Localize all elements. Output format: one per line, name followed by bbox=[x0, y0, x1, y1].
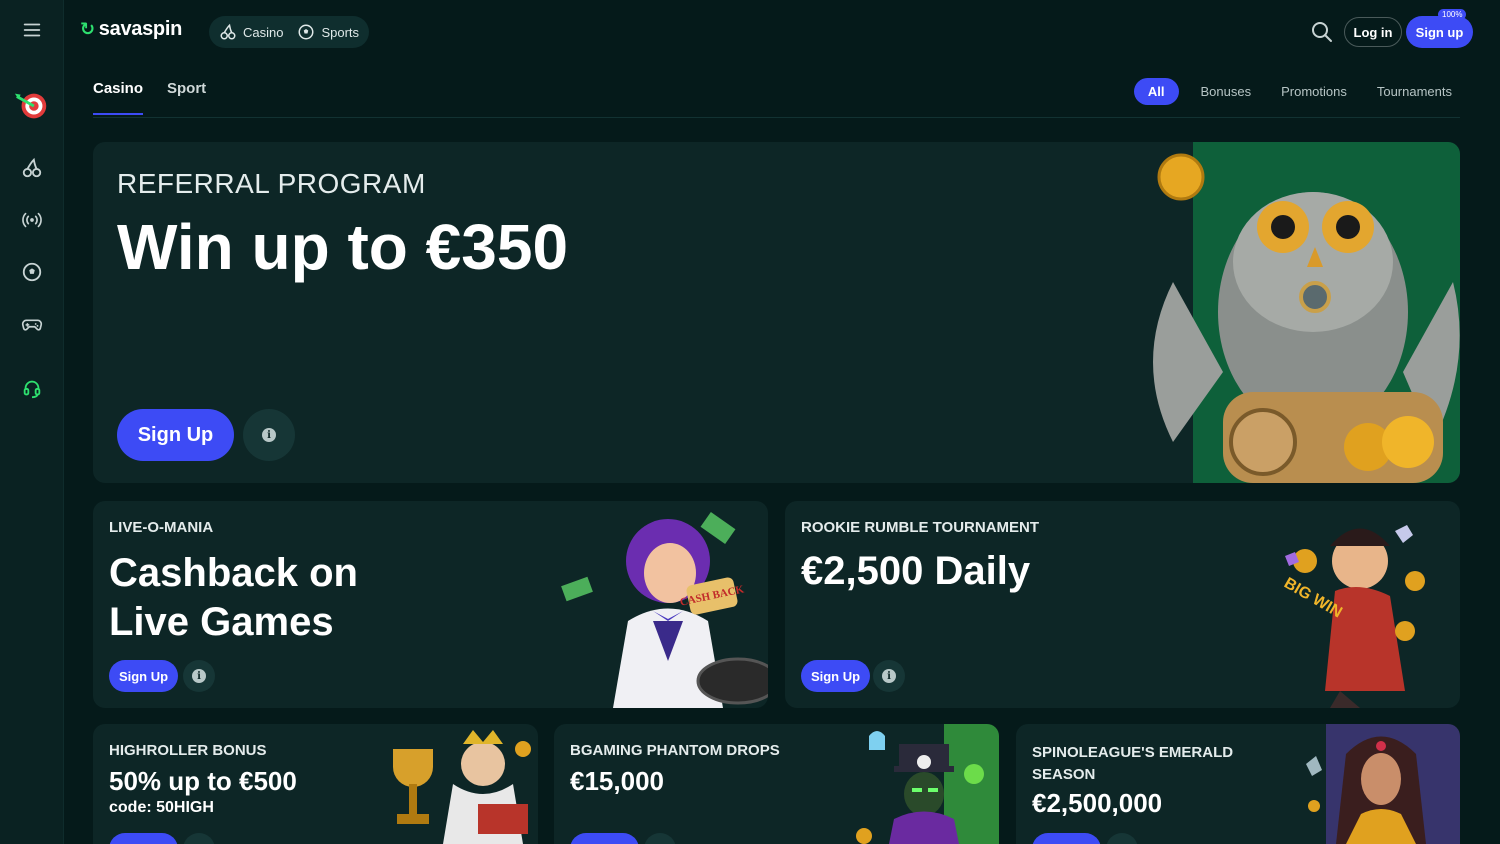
promo-headline-line1: Cashback on bbox=[109, 551, 358, 595]
hero-signup-button[interactable]: Sign Up bbox=[117, 409, 234, 461]
promo-eyebrow-line1: SPINOLEAGUE'S EMERALD bbox=[1032, 744, 1234, 761]
promo-card-live-o-mania: LIVE-O-MANIA Cashback on Live Games Sign… bbox=[93, 501, 768, 708]
promo-signup-button[interactable]: Sign Up bbox=[109, 660, 178, 692]
info-icon: i bbox=[262, 428, 276, 442]
promo-info-button[interactable] bbox=[183, 833, 215, 844]
promo-signup-button[interactable] bbox=[570, 833, 639, 844]
top-bar: ↻ savaspin Casino Sports Log in Sign up … bbox=[64, 0, 1500, 64]
hero-info-button[interactable]: i bbox=[243, 409, 295, 461]
hero-referral-card: REFERRAL PROGRAM Win up to €350 Sign Up … bbox=[93, 142, 1460, 483]
promo-headline: 50% up to €500 bbox=[109, 766, 297, 796]
promo-card-phantom-drops: BGAMING PHANTOM DROPS €15,000 bbox=[554, 724, 999, 844]
pirate-illustration: BIG WIN bbox=[1281, 525, 1425, 708]
tab-sport[interactable]: Sport bbox=[167, 80, 206, 115]
promo-headline: Cashback on Live Games bbox=[109, 549, 358, 647]
promo-eyebrow-line2: SEASON bbox=[1032, 766, 1096, 783]
app-root: ↻ savaspin Casino Sports Log in Sign up … bbox=[0, 0, 1500, 844]
live-broadcast-icon[interactable] bbox=[16, 204, 48, 236]
promo-card-highroller: HIGHROLLER BONUS 50% up to €500 code: 50… bbox=[93, 724, 538, 844]
nav-casino[interactable]: Casino bbox=[219, 23, 283, 41]
product-switcher: Casino Sports bbox=[209, 16, 370, 48]
tabs-divider bbox=[93, 117, 1460, 118]
logo-text: savaspin bbox=[98, 18, 183, 40]
promo-filters: All Bonuses Promotions Tournaments bbox=[1133, 78, 1460, 105]
info-icon: i bbox=[882, 669, 896, 683]
gamepad-icon[interactable] bbox=[16, 308, 48, 340]
promo-info-button[interactable]: i bbox=[873, 660, 905, 692]
dealer-illustration: CASH BACK bbox=[561, 512, 768, 708]
search-icon[interactable] bbox=[1310, 20, 1334, 44]
phantom-illustration bbox=[856, 724, 999, 844]
promo-info-button[interactable] bbox=[644, 833, 676, 844]
soccer-ball-icon[interactable] bbox=[16, 256, 48, 288]
sidebar bbox=[0, 0, 64, 844]
logo[interactable]: ↻ savaspin bbox=[80, 18, 182, 41]
tab-casino[interactable]: Casino bbox=[93, 80, 144, 115]
filter-promotions[interactable]: Promotions bbox=[1273, 78, 1355, 105]
logo-mark-icon: ↻ bbox=[80, 19, 95, 39]
promo-signup-button[interactable] bbox=[1032, 833, 1101, 844]
promo-headline: €15,000 bbox=[570, 766, 664, 796]
promo-signup-button[interactable]: Sign Up bbox=[801, 660, 870, 692]
nav-sports[interactable]: Sports bbox=[297, 23, 359, 41]
signup-badge: 100% bbox=[1438, 9, 1467, 20]
filter-tournaments[interactable]: Tournaments bbox=[1369, 78, 1460, 105]
owl-illustration bbox=[1133, 142, 1460, 483]
promo-signup-button[interactable] bbox=[109, 833, 178, 844]
headset-icon[interactable] bbox=[16, 372, 48, 404]
promo-eyebrow: HIGHROLLER BONUS bbox=[109, 742, 267, 759]
login-button[interactable]: Log in bbox=[1344, 17, 1402, 47]
signup-button[interactable]: Sign up bbox=[1406, 16, 1473, 48]
promo-headline-line2: Live Games bbox=[109, 600, 334, 644]
promo-eyebrow: LIVE-O-MANIA bbox=[109, 519, 214, 536]
promo-card-rookie-rumble: ROOKIE RUMBLE TOURNAMENT €2,500 Daily Si… bbox=[785, 501, 1460, 708]
zeus-illustration bbox=[393, 730, 531, 844]
cherry-icon bbox=[220, 23, 236, 40]
soccer-ball-icon bbox=[298, 24, 314, 40]
hero-headline: Win up to €350 bbox=[117, 211, 569, 283]
filter-all[interactable]: All bbox=[1133, 78, 1179, 105]
dart-target-icon[interactable] bbox=[12, 86, 52, 126]
promo-headline: €2,500 Daily bbox=[801, 549, 1031, 593]
section-tabs: Casino Sport bbox=[93, 80, 206, 115]
menu-icon[interactable] bbox=[16, 14, 48, 46]
promo-card-spinoleague: SPINOLEAGUE'S EMERALD SEASON €2,500,000 bbox=[1016, 724, 1460, 844]
info-icon: i bbox=[192, 669, 206, 683]
nav-casino-label: Casino bbox=[243, 24, 284, 40]
promo-code: code: 50HIGH bbox=[109, 799, 214, 816]
hero-eyebrow: REFERRAL PROGRAM bbox=[117, 168, 426, 199]
nav-sports-label: Sports bbox=[321, 24, 360, 40]
sorceress-illustration bbox=[1306, 724, 1460, 844]
cherry-icon[interactable] bbox=[16, 152, 48, 184]
promo-eyebrow: BGAMING PHANTOM DROPS bbox=[570, 742, 780, 759]
promo-headline: €2,500,000 bbox=[1032, 788, 1163, 818]
promo-eyebrow: SPINOLEAGUE'S EMERALD SEASON bbox=[1032, 742, 1233, 786]
promo-info-button[interactable]: i bbox=[183, 660, 215, 692]
filter-bonuses[interactable]: Bonuses bbox=[1193, 78, 1260, 105]
promo-eyebrow: ROOKIE RUMBLE TOURNAMENT bbox=[801, 519, 1040, 536]
promo-info-button[interactable] bbox=[1106, 833, 1138, 844]
